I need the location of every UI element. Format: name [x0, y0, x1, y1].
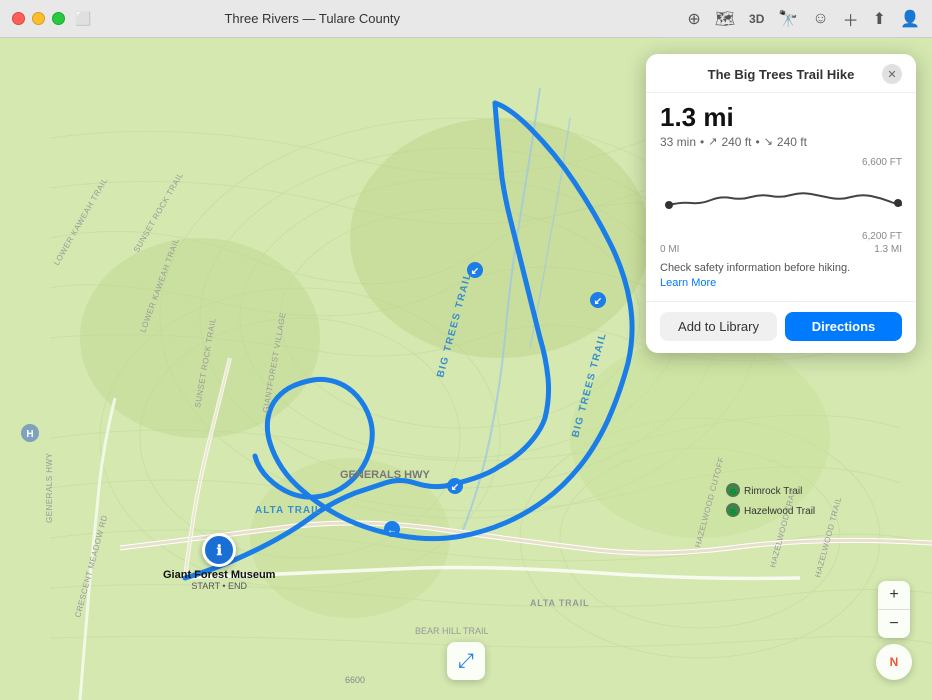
minimize-button[interactable] — [32, 12, 45, 25]
directions-button[interactable]: Directions — [785, 312, 902, 341]
safety-text: Check safety information before hiking. … — [660, 261, 902, 292]
window-controls — [12, 12, 65, 25]
plus-icon[interactable]: ＋ — [843, 7, 859, 31]
time-stat: 33 min — [660, 135, 696, 149]
zoom-out-button[interactable]: − — [878, 610, 910, 638]
elev-high-label: 6,600 FT — [660, 157, 902, 168]
add-to-library-button[interactable]: Add to Library — [660, 312, 777, 341]
axis-end: 1.3 MI — [874, 244, 902, 255]
elevation-gain-stat: 240 ft — [721, 135, 751, 149]
threed-icon[interactable]: 3D — [749, 12, 764, 26]
titlebar: ⬜ Three Rivers — Tulare County ⊕ 🗺 3D 🔭 … — [0, 0, 932, 38]
map-controls: + − N — [876, 581, 912, 680]
axis-start: 0 MI — [660, 244, 679, 255]
start-end-marker[interactable]: ℹ Giant Forest Museum START • END — [163, 533, 275, 591]
svg-text:6600: 6600 — [345, 675, 365, 685]
marker-icon: ℹ — [202, 533, 236, 567]
distance-label: 1.3 mi — [660, 103, 902, 132]
svg-text:Hazelwood Trail: Hazelwood Trail — [744, 506, 815, 517]
info-panel: The Big Trees Trail Hike ✕ 1.3 mi 33 min… — [646, 54, 916, 353]
svg-text:GENERALS HWY: GENERALS HWY — [45, 452, 54, 523]
svg-text:🌲: 🌲 — [728, 506, 738, 516]
down-arrow-icon: ↘ — [764, 135, 773, 148]
learn-more-link[interactable]: Learn More — [660, 277, 716, 289]
elevation-chart: 6,600 FT 6,200 FT — [660, 157, 902, 255]
window-icon: ⬜ — [75, 11, 91, 27]
toolbar: ⊕ 🗺 3D 🔭 ☺ ＋ ⬆ 👤 — [687, 7, 920, 31]
panel-buttons: Add to Library Directions — [646, 301, 916, 353]
route-icon-button[interactable]: ⤢ — [447, 642, 485, 680]
svg-text:↙: ↙ — [451, 482, 459, 493]
start-end-label: START • END — [191, 581, 247, 591]
share-icon[interactable]: ⬆ — [873, 9, 886, 29]
panel-title: The Big Trees Trail Hike — [680, 67, 882, 82]
panel-body: 1.3 mi 33 min • ↗ 240 ft • ↘ 240 ft 6,60… — [646, 93, 916, 301]
window-title: Three Rivers — Tulare County — [97, 11, 527, 26]
svg-text:↙: ↙ — [594, 296, 602, 307]
svg-text:ALTA TRAIL: ALTA TRAIL — [530, 598, 589, 608]
zoom-controls: + − — [878, 581, 910, 638]
zoom-in-button[interactable]: + — [878, 581, 910, 609]
map-area: ↙ ↙ ↙ ← BIG TREES TRAIL BIG TREES TRAIL … — [0, 38, 932, 700]
maximize-button[interactable] — [52, 12, 65, 25]
binoculars-icon[interactable]: 🔭 — [778, 9, 798, 29]
up-arrow-icon: ↗ — [708, 135, 717, 148]
svg-text:GENERALS HWY: GENERALS HWY — [340, 469, 431, 481]
map-icon[interactable]: 🗺 — [715, 9, 735, 29]
route-icon-symbol: ⤢ — [458, 650, 474, 673]
svg-text:H: H — [26, 429, 33, 440]
elevation-chart-svg — [660, 170, 902, 225]
stats-row: 33 min • ↗ 240 ft • ↘ 240 ft — [660, 135, 902, 149]
svg-text:🌲: 🌲 — [728, 486, 738, 496]
elevation-loss-stat: 240 ft — [777, 135, 807, 149]
panel-header: The Big Trees Trail Hike ✕ — [646, 54, 916, 93]
location-icon[interactable]: ⊕ — [687, 9, 700, 29]
location-name: Giant Forest Museum — [163, 569, 275, 581]
svg-text:ALTA TRAIL: ALTA TRAIL — [255, 505, 322, 516]
panel-close-button[interactable]: ✕ — [882, 64, 902, 84]
svg-text:BEAR HILL TRAIL: BEAR HILL TRAIL — [415, 626, 489, 636]
compass-label: N — [890, 655, 899, 669]
close-button[interactable] — [12, 12, 25, 25]
chart-axis: 0 MI 1.3 MI — [660, 244, 902, 255]
elev-low-label: 6,200 FT — [660, 231, 902, 242]
person-icon[interactable]: 👤 — [900, 9, 920, 29]
svg-text:←: ← — [387, 525, 397, 536]
face-icon[interactable]: ☺ — [812, 10, 828, 28]
compass-button[interactable]: N — [876, 644, 912, 680]
